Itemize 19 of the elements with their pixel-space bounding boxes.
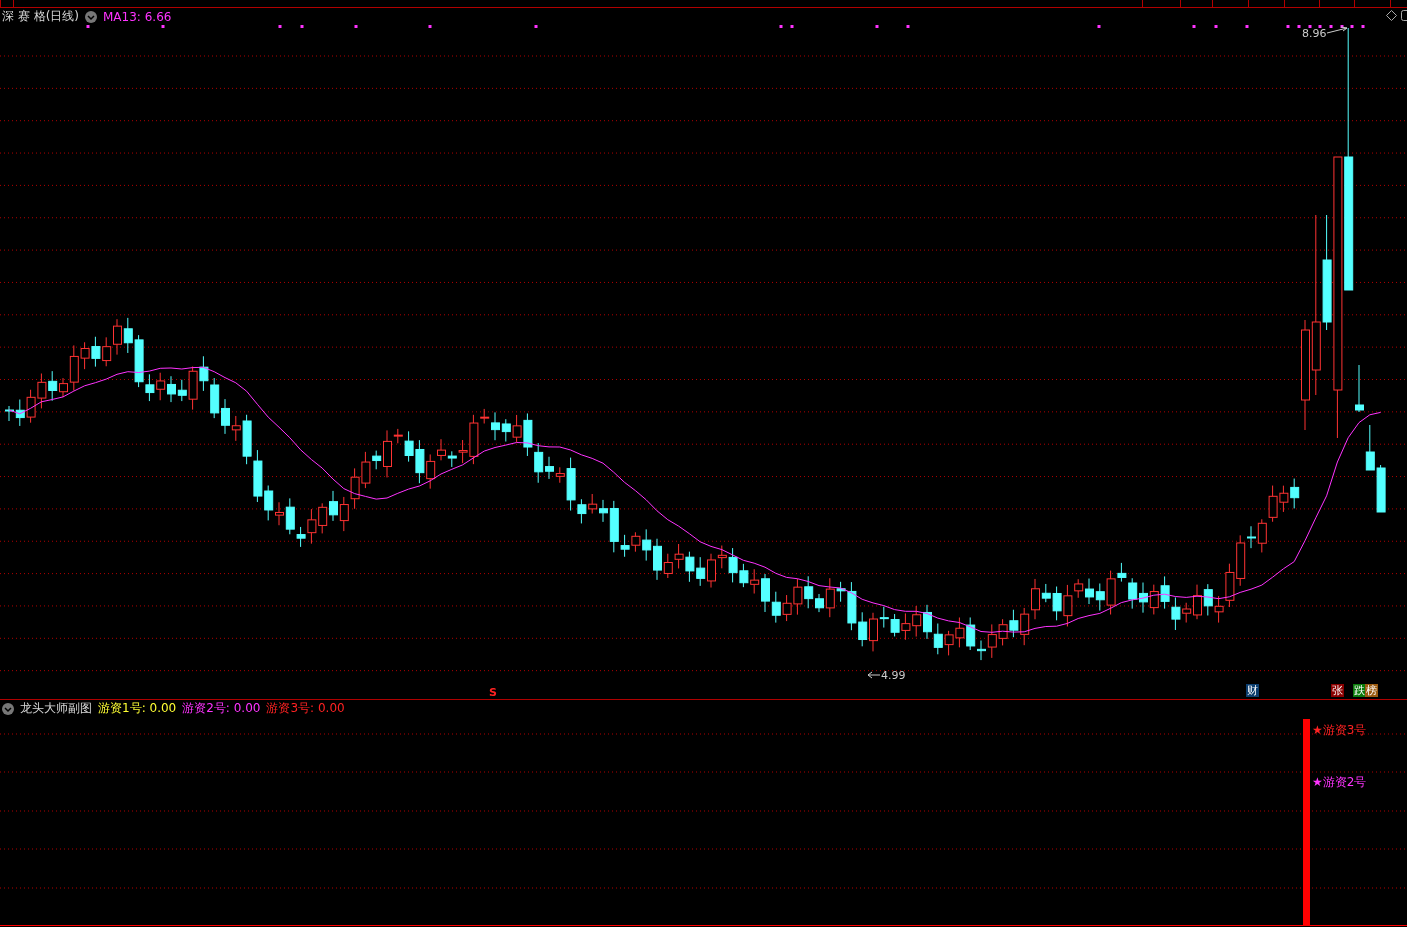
indicator-reading: MA13: 6.66: [103, 9, 172, 24]
signal-label: ★游资2号: [1312, 774, 1367, 791]
diamond-icon[interactable]: [1386, 10, 1397, 21]
collapse-icon[interactable]: [85, 10, 97, 23]
signal-mark: S: [489, 686, 497, 699]
chart-title: 深 赛 格(日线): [2, 8, 79, 25]
indicator-reading: 游资2号: 0.00: [182, 700, 261, 717]
event-marker: 张: [1331, 684, 1344, 697]
subchart-title: 龙头大师副图: [20, 700, 92, 717]
price-label: 4.99: [881, 669, 906, 682]
leader-line: [1326, 26, 1348, 34]
collapse-icon[interactable]: [2, 702, 14, 715]
indicator-reading: 游资1号: 0.00: [98, 700, 177, 717]
price-label: 8.96: [1302, 27, 1327, 40]
signal-label: ★游资3号: [1312, 722, 1367, 739]
event-marker: 榜: [1365, 684, 1378, 697]
event-marker: 财: [1246, 684, 1259, 697]
leader-line: [867, 671, 881, 679]
indicator-reading: 游资3号: 0.00: [266, 700, 345, 717]
